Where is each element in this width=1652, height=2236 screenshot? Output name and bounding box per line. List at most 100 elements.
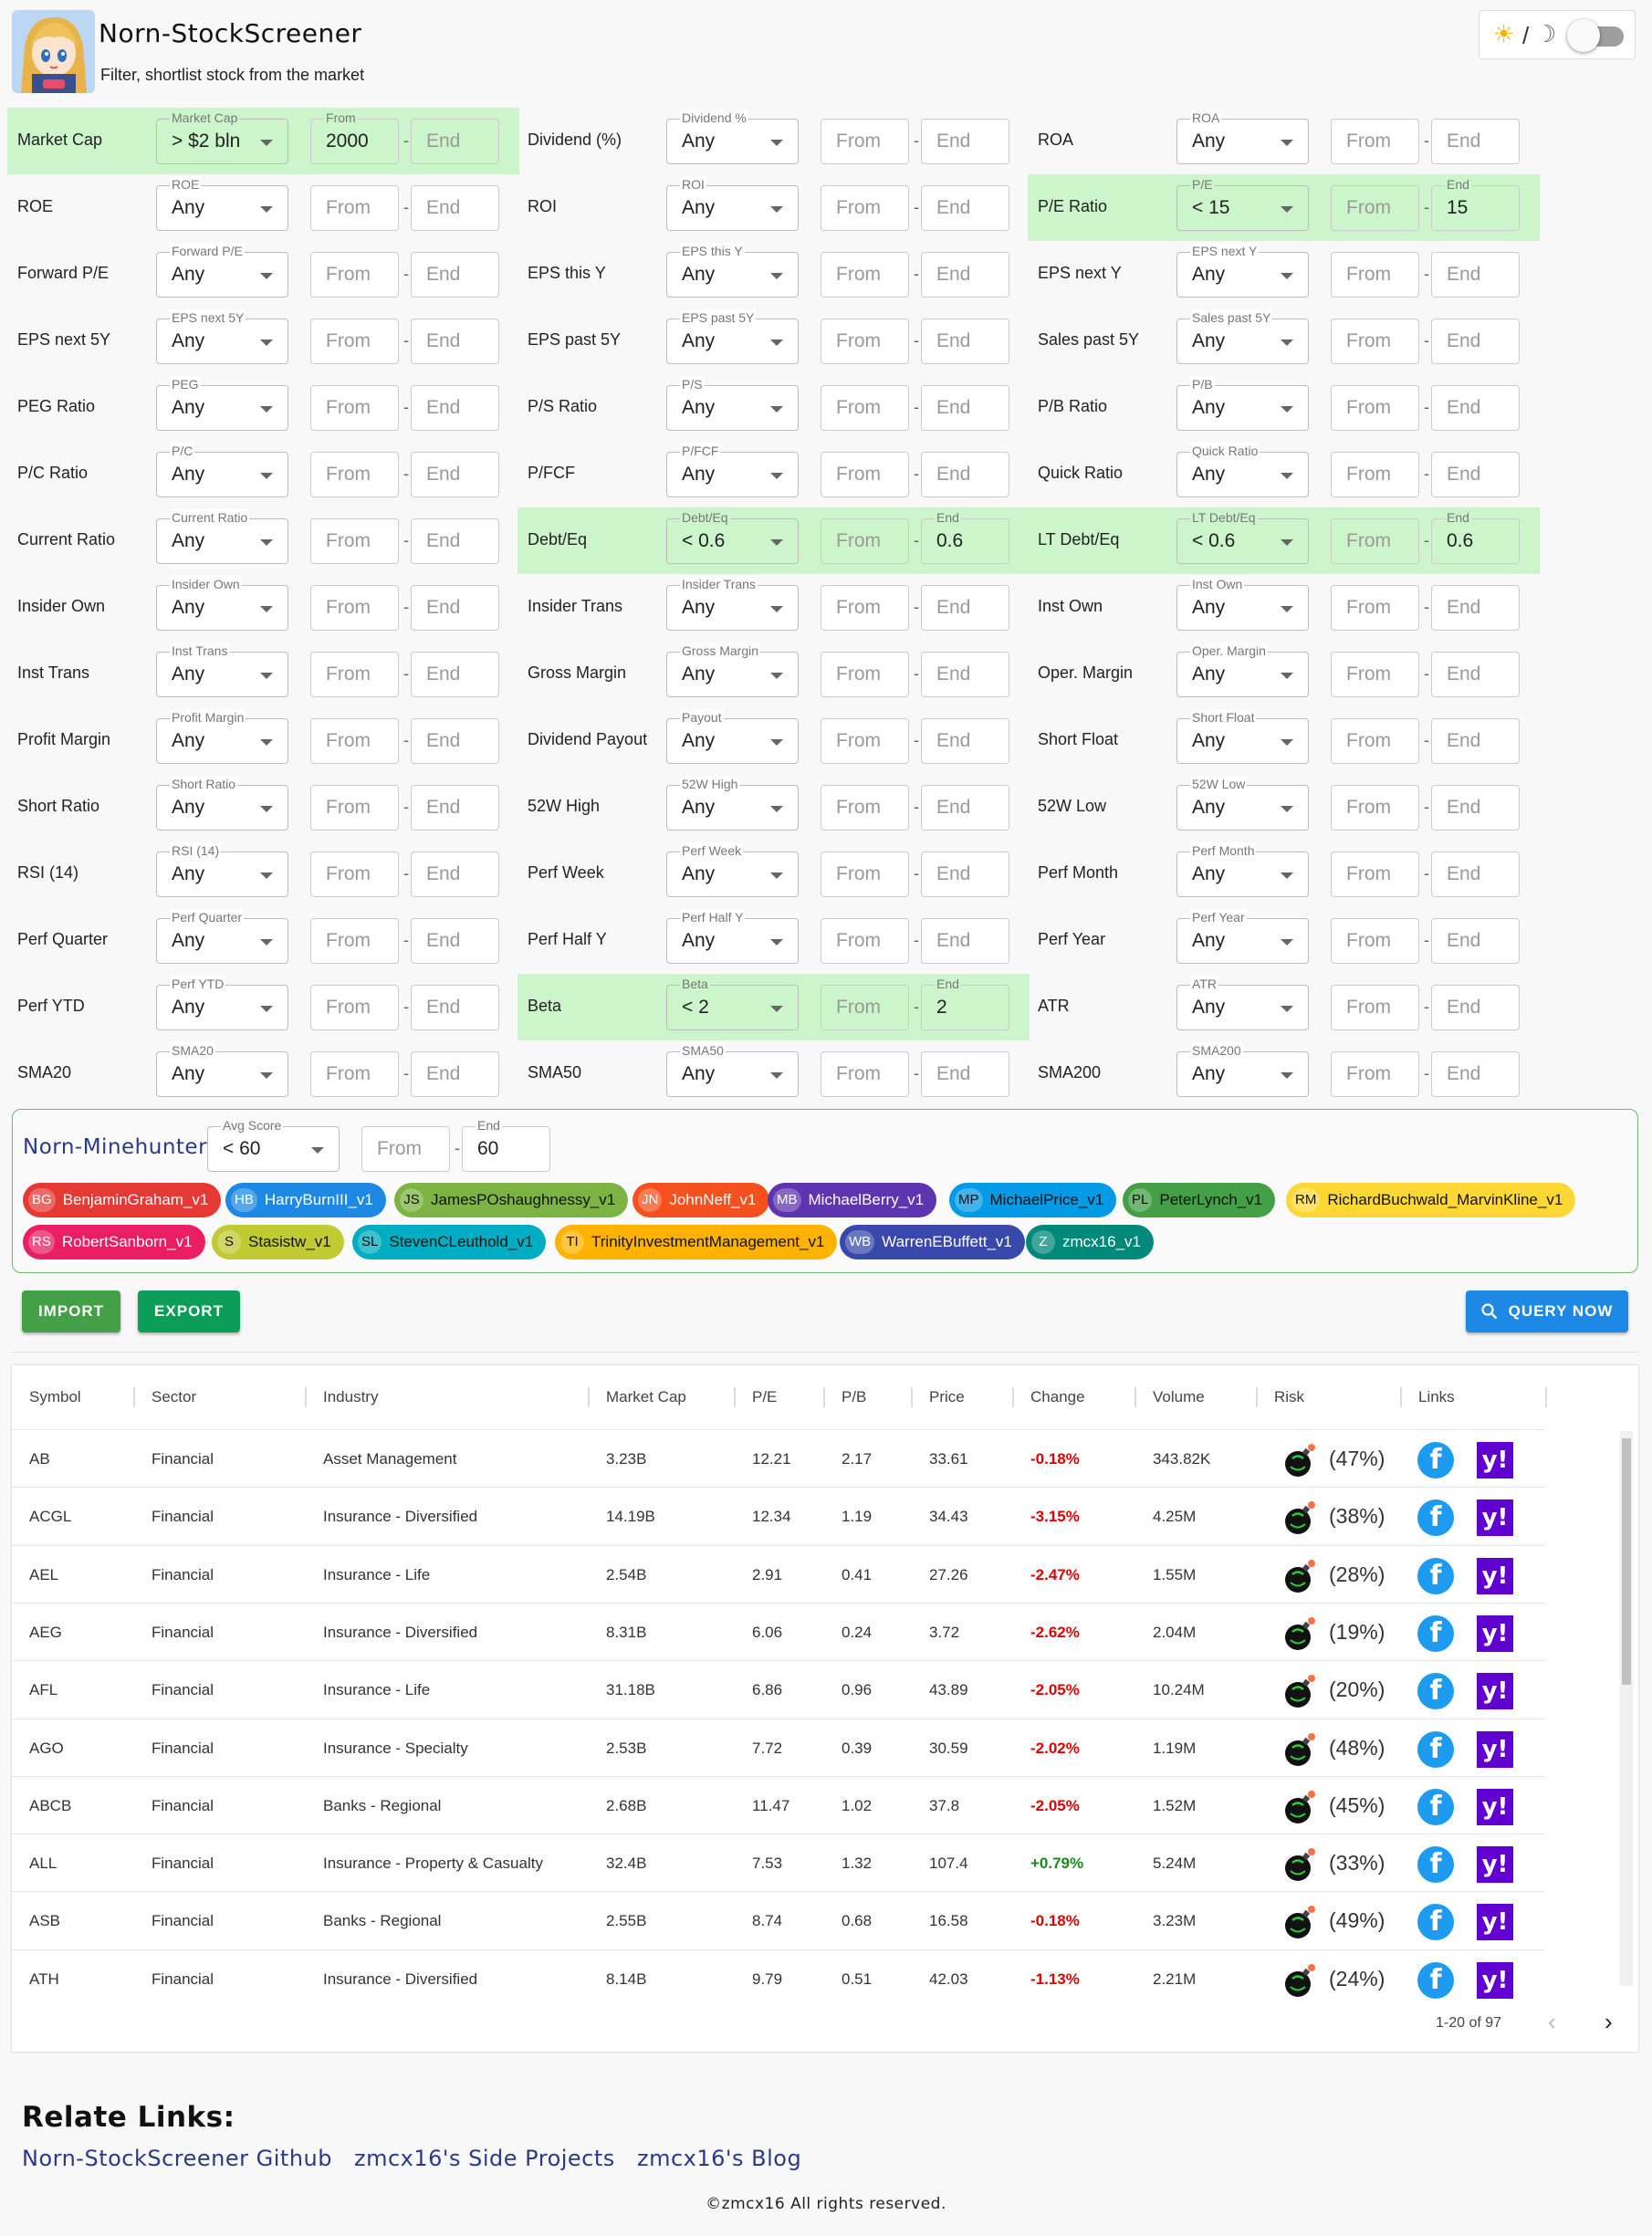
insider-own-from-input[interactable]: From	[310, 585, 399, 631]
52w-high-select[interactable]: 52W High Any	[666, 776, 799, 831]
yahoo-icon[interactable]: y!	[1477, 1557, 1513, 1594]
beta-end-input[interactable]: End 2	[921, 976, 1009, 1030]
short-ratio-from-input[interactable]: From	[310, 785, 399, 831]
column-separator[interactable]	[588, 1387, 590, 1407]
table-row[interactable]: ACGL Financial Insurance - Diversified 14.1…	[12, 1487, 1545, 1545]
profit-margin-select[interactable]: Profit Margin Any	[156, 709, 288, 764]
insider-trans-end-input[interactable]: End	[921, 585, 1009, 631]
p-fcf-from-input[interactable]: From	[821, 452, 909, 497]
rsi-14-select[interactable]: RSI (14) Any	[156, 842, 288, 897]
perf-quarter-end-input[interactable]: End	[411, 918, 499, 964]
p-e-ratio-end-input[interactable]: End 15	[1431, 176, 1520, 231]
strategy-chip-stasistw-v1[interactable]: S Stasistw_v1	[212, 1225, 344, 1259]
short-ratio-end-input[interactable]: End	[411, 785, 499, 831]
short-float-select[interactable]: Short Float Any	[1176, 709, 1309, 764]
sma50-select[interactable]: SMA50 Any	[666, 1042, 799, 1097]
lt-debt-eq-end-input[interactable]: End 0.6	[1431, 509, 1520, 564]
column-header-sector[interactable]: Sector	[152, 1388, 196, 1406]
sma200-from-input[interactable]: From	[1331, 1051, 1419, 1097]
perf-half-y-select[interactable]: Perf Half Y Any	[666, 909, 799, 964]
strategy-chip-stevencleuthold-v1[interactable]: SL StevenCLeuthold_v1	[352, 1225, 547, 1259]
column-separator[interactable]	[1400, 1387, 1402, 1407]
sma20-select[interactable]: SMA20 Any	[156, 1042, 288, 1097]
beta-from-input[interactable]: From	[821, 985, 909, 1030]
strategy-chip-michaelprice-v1[interactable]: MP MichaelPrice_v1	[949, 1183, 1117, 1217]
roe-select[interactable]: ROE Any	[156, 176, 288, 231]
p-fcf-select[interactable]: P/FCF Any	[666, 443, 799, 497]
peg-ratio-end-input[interactable]: End	[411, 385, 499, 431]
dividend-payout-from-input[interactable]: From	[821, 718, 909, 764]
p-s-ratio-from-input[interactable]: From	[821, 385, 909, 431]
forward-p-e-end-input[interactable]: End	[411, 252, 499, 298]
oper-margin-end-input[interactable]: End	[1431, 652, 1520, 697]
strategy-chip-michaelberry-v1[interactable]: MB MichaelBerry_v1	[768, 1183, 937, 1217]
perf-week-from-input[interactable]: From	[821, 852, 909, 897]
table-row[interactable]: AEL Financial Insurance - Life 2.54B 2.91 0.4…	[12, 1544, 1545, 1604]
yahoo-icon[interactable]: y!	[1477, 1499, 1513, 1537]
column-separator[interactable]	[1012, 1387, 1014, 1407]
beta-select[interactable]: Beta < 2	[666, 976, 799, 1030]
strategy-chip-trinityinvestmentmanagement-v1[interactable]: TI TrinityInvestmentManagement_v1	[555, 1225, 838, 1259]
rsi-14-from-input[interactable]: From	[310, 852, 399, 897]
side-projects-link[interactable]: zmcx16's Side Projects	[354, 2146, 615, 2171]
eps-past-5y-from-input[interactable]: From	[821, 319, 909, 364]
peg-ratio-from-input[interactable]: From	[310, 385, 399, 431]
rsi-14-end-input[interactable]: End	[411, 852, 499, 897]
short-ratio-select[interactable]: Short Ratio Any	[156, 776, 288, 831]
strategy-chip-harryburniii-v1[interactable]: HB HarryBurnIII_v1	[225, 1183, 386, 1217]
table-scrollbar-thumb[interactable]	[1622, 1438, 1631, 1685]
fb-icon[interactable]: f	[1417, 1730, 1454, 1768]
p-b-ratio-end-input[interactable]: End	[1431, 385, 1520, 431]
strategy-chip-warrenebuffett-v1[interactable]: WB WarrenEBuffett_v1	[840, 1225, 1025, 1259]
52w-high-from-input[interactable]: From	[821, 785, 909, 831]
p-b-ratio-select[interactable]: P/B Any	[1176, 376, 1309, 431]
debt-eq-select[interactable]: Debt/Eq < 0.6	[666, 509, 799, 564]
sales-past-5y-end-input[interactable]: End	[1431, 319, 1520, 364]
avg-score-from-input[interactable]: From	[361, 1126, 450, 1172]
sales-past-5y-from-input[interactable]: From	[1331, 319, 1419, 364]
inst-own-end-input[interactable]: End	[1431, 585, 1520, 631]
fb-icon[interactable]: f	[1417, 1557, 1454, 1594]
inst-trans-select[interactable]: Inst Trans Any	[156, 643, 288, 697]
oper-margin-from-input[interactable]: From	[1331, 652, 1419, 697]
p-e-ratio-select[interactable]: P/E < 15	[1176, 176, 1309, 231]
inst-trans-from-input[interactable]: From	[310, 652, 399, 697]
table-row[interactable]: AFL Financial Insurance - Life 31.18B 6.86 0.…	[12, 1660, 1545, 1719]
perf-half-y-from-input[interactable]: From	[821, 918, 909, 964]
dividend-payout-end-input[interactable]: End	[921, 718, 1009, 764]
perf-half-y-end-input[interactable]: End	[921, 918, 1009, 964]
perf-ytd-end-input[interactable]: End	[411, 985, 499, 1030]
strategy-chip-jamesposhaughnessy-v1[interactable]: JS JamesPOshaughnessy_v1	[394, 1183, 629, 1217]
yahoo-icon[interactable]: y!	[1477, 1961, 1513, 1999]
market-cap-select[interactable]: Market Cap > $2 bln	[156, 110, 288, 164]
market-cap-from-input[interactable]: From 2000	[310, 110, 399, 164]
insider-own-end-input[interactable]: End	[411, 585, 499, 631]
eps-past-5y-select[interactable]: EPS past 5Y Any	[666, 309, 799, 364]
column-separator[interactable]	[911, 1387, 913, 1407]
fb-icon[interactable]: f	[1417, 1904, 1454, 1941]
fb-icon[interactable]: f	[1417, 1614, 1454, 1652]
52w-high-end-input[interactable]: End	[921, 785, 1009, 831]
p-fcf-end-input[interactable]: End	[921, 452, 1009, 497]
yahoo-icon[interactable]: y!	[1477, 1904, 1513, 1941]
perf-month-from-input[interactable]: From	[1331, 852, 1419, 897]
table-row[interactable]: AGO Financial Insurance - Specialty 2.53B 7.…	[12, 1718, 1545, 1777]
perf-quarter-from-input[interactable]: From	[310, 918, 399, 964]
column-separator[interactable]	[133, 1387, 135, 1407]
export-button[interactable]: EXPORT	[138, 1290, 240, 1332]
roi-end-input[interactable]: End	[921, 185, 1009, 231]
atr-end-input[interactable]: End	[1431, 985, 1520, 1030]
profit-margin-end-input[interactable]: End	[411, 718, 499, 764]
column-separator[interactable]	[1134, 1387, 1136, 1407]
insider-trans-select[interactable]: Insider Trans Any	[666, 576, 799, 631]
p-c-ratio-from-input[interactable]: From	[310, 452, 399, 497]
perf-month-select[interactable]: Perf Month Any	[1176, 842, 1309, 897]
prev-page-icon[interactable]: ‹	[1548, 2008, 1556, 2036]
column-header-volume[interactable]: Volume	[1153, 1388, 1205, 1406]
table-row[interactable]: AB Financial Asset Management 3.23B 12.21 2.1…	[12, 1429, 1545, 1488]
column-separator[interactable]	[1256, 1387, 1258, 1407]
column-separator[interactable]	[734, 1387, 736, 1407]
perf-year-select[interactable]: Perf Year Any	[1176, 909, 1309, 964]
lt-debt-eq-select[interactable]: LT Debt/Eq < 0.6	[1176, 509, 1309, 564]
fb-icon[interactable]: f	[1417, 1846, 1454, 1884]
